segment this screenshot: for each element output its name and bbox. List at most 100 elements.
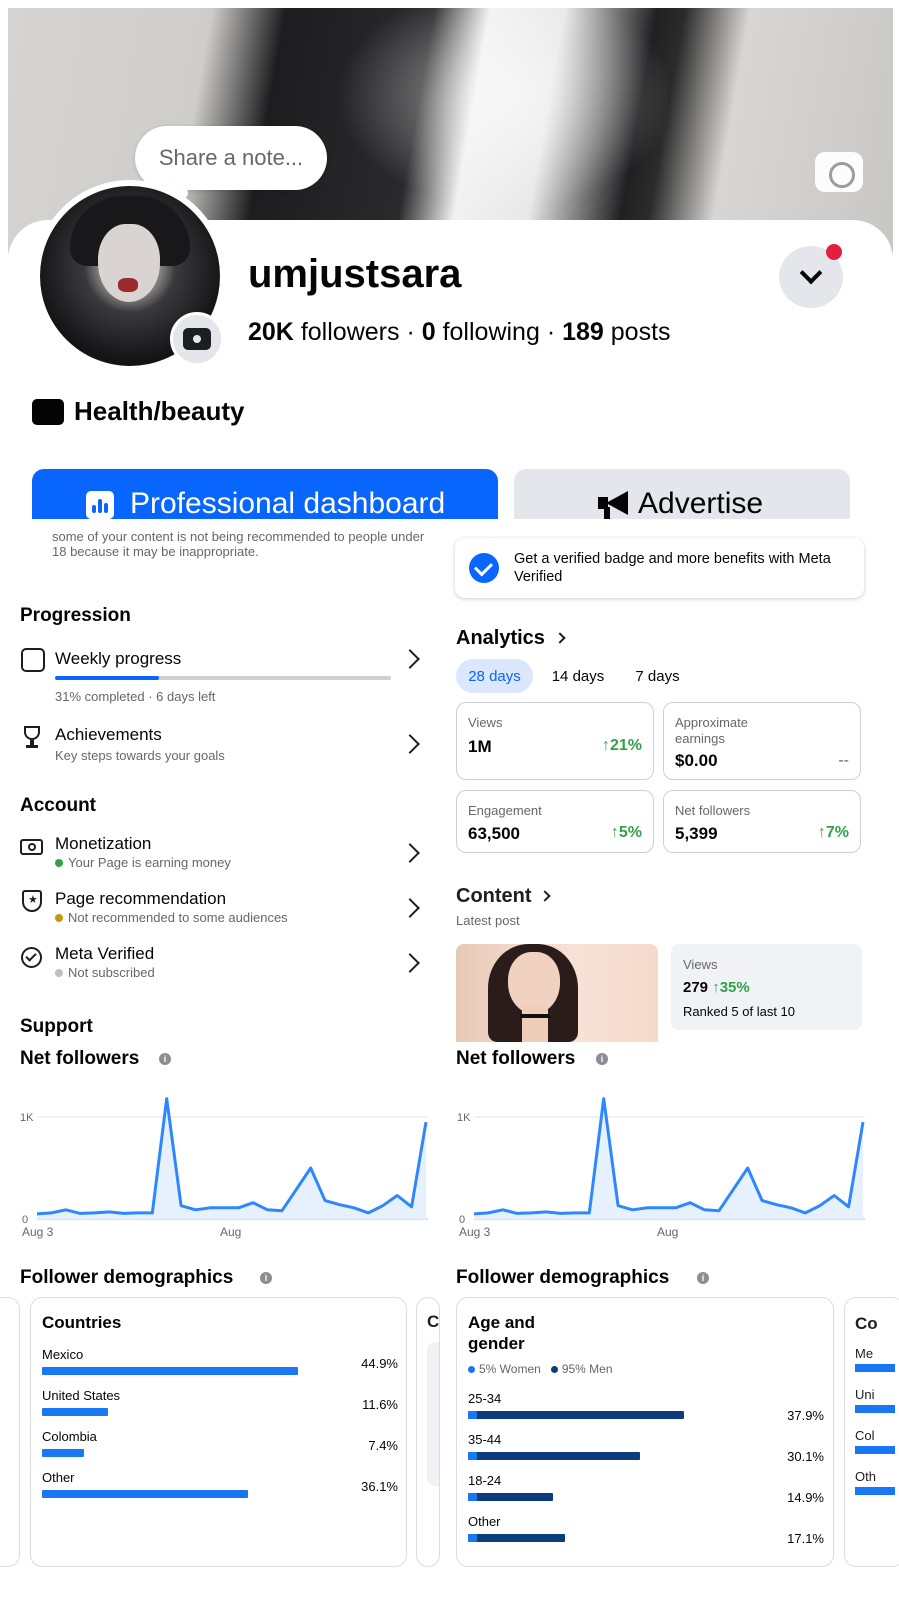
category-icon xyxy=(32,398,64,425)
follower-demographics-title: Follower demographics xyxy=(456,1267,670,1288)
peek-row-label: Col xyxy=(855,1428,875,1443)
status-dot xyxy=(55,913,63,922)
gender-legend: 5% Women 95% Men xyxy=(468,1362,613,1376)
bar-women xyxy=(468,1534,477,1542)
x-tick-label: Aug 3 xyxy=(459,1225,491,1239)
bar-men xyxy=(468,1534,565,1542)
views-change: ↑21% xyxy=(601,737,642,754)
age-gender-card[interactable]: Age and gender 5% Women 95% Men 25-34 37.… xyxy=(456,1297,834,1567)
weekly-progress-bar xyxy=(55,676,391,680)
info-icon[interactable]: i xyxy=(159,1053,171,1065)
chevron-right-icon[interactable] xyxy=(400,649,420,669)
page-recommendation-title[interactable]: Page recommendation xyxy=(55,889,226,909)
post-views-label: Views xyxy=(683,957,718,972)
post-views-change: ↑35% xyxy=(712,979,750,996)
latest-post-stats[interactable]: Views 279 ↑35% Ranked 5 of last 10 xyxy=(671,944,862,1030)
women-legend-dot xyxy=(468,1365,475,1373)
bar-label: 35-44 xyxy=(468,1432,502,1447)
followers-label[interactable]: followers xyxy=(301,318,400,346)
chevron-right-icon[interactable] xyxy=(554,632,566,644)
note-placeholder: Share a note... xyxy=(158,145,304,170)
page-recommendation-status: Not recommended to some audiences xyxy=(55,910,288,925)
latest-post-thumbnail[interactable] xyxy=(456,944,658,1042)
info-icon[interactable]: i xyxy=(260,1272,272,1284)
countries-card[interactable]: Countries Mexico 44.9% United States 11.6% C… xyxy=(30,1297,407,1567)
advertise-button[interactable]: Advertise xyxy=(514,469,850,519)
age-gender-card-title: Age and gender xyxy=(468,1313,536,1353)
engagement-value: 63,500 xyxy=(468,824,520,843)
net-followers-chart-left: 1K0Aug 3 Aug xyxy=(20,1097,428,1239)
professional-dashboard-label: Professional dashboard xyxy=(130,487,446,519)
x-tick-label: Aug xyxy=(220,1225,241,1239)
status-dot xyxy=(55,858,63,867)
weekly-progress-subtitle: 31% completed · 6 days left xyxy=(55,689,216,704)
earnings-change: -- xyxy=(838,752,849,769)
net-followers-value: 5,399 xyxy=(675,824,718,843)
views-metric-card[interactable]: Views 1M ↑21% xyxy=(456,702,654,780)
men-legend-label: 95% Men xyxy=(561,1362,613,1376)
x-tick-label: Aug xyxy=(657,1225,678,1239)
meta-verified-status: Not subscribed xyxy=(55,965,155,980)
next-demographics-card[interactable]: C xyxy=(416,1297,440,1567)
engagement-label: Engagement xyxy=(468,803,542,818)
status-dot xyxy=(55,968,63,977)
monetization-title[interactable]: Monetization xyxy=(55,834,151,854)
latest-post-label: Latest post xyxy=(456,913,520,928)
monetization-status-text: Your Page is earning money xyxy=(68,855,231,870)
engagement-metric-card[interactable]: Engagement 63,500 ↑5% xyxy=(456,790,654,853)
bar-label: Mexico xyxy=(42,1347,84,1362)
net-followers-metric-card[interactable]: Net followers 5,399 ↑7% xyxy=(663,790,861,853)
range-14-days-tab[interactable]: 14 days xyxy=(543,659,613,693)
bar-percentage: 17.1% xyxy=(787,1531,824,1546)
bar-label: 25-34 xyxy=(468,1391,502,1406)
countries-card-title: Countries xyxy=(42,1313,122,1332)
chevron-right-icon[interactable] xyxy=(400,953,420,973)
following-label[interactable]: following xyxy=(443,318,540,346)
following-count[interactable]: 0 xyxy=(422,318,436,346)
posts-count[interactable]: 189 xyxy=(562,318,604,346)
share-note-bubble[interactable]: Share a note... xyxy=(135,126,327,190)
edit-avatar-camera-icon[interactable] xyxy=(170,312,224,366)
bar xyxy=(42,1367,298,1375)
meta-verified-promo-text: Get a verified badge and more benefits w… xyxy=(514,551,831,585)
chevron-right-icon[interactable] xyxy=(539,890,551,902)
achievements-title[interactable]: Achievements xyxy=(55,725,162,745)
bar-men xyxy=(468,1452,640,1460)
chevron-right-icon[interactable] xyxy=(400,843,420,863)
bar-women xyxy=(468,1411,477,1419)
net-followers-change: ↑7% xyxy=(817,824,849,841)
range-28-days-tab[interactable]: 28 days xyxy=(456,659,533,693)
analytics-title[interactable]: Analytics xyxy=(456,627,545,650)
meta-verified-title[interactable]: Meta Verified xyxy=(55,944,154,964)
edit-cover-camera-icon[interactable] xyxy=(815,152,863,192)
chevron-right-icon[interactable] xyxy=(400,734,420,754)
earnings-label: Approximate earnings xyxy=(675,715,748,746)
monetization-status: Your Page is earning money xyxy=(55,855,231,870)
page-recommendation-status-text: Not recommended to some audiences xyxy=(68,910,288,925)
username: umjustsara xyxy=(248,252,462,296)
bar-percentage: 30.1% xyxy=(787,1449,824,1464)
stats-separator: · xyxy=(406,318,415,346)
chevron-right-icon[interactable] xyxy=(400,898,420,918)
weekly-progress-icon xyxy=(21,648,45,672)
followers-count[interactable]: 20K xyxy=(248,318,294,346)
chevron-down-icon xyxy=(799,261,823,285)
meta-verified-promo-card[interactable]: Get a verified badge and more benefits w… xyxy=(455,538,864,598)
info-icon[interactable]: i xyxy=(697,1272,709,1284)
next-card-title-fragment: C xyxy=(427,1312,440,1331)
post-rank: Ranked 5 of last 10 xyxy=(683,1004,796,1019)
next-countries-card[interactable]: Co Me Uni Col Oth xyxy=(844,1297,899,1567)
series-line xyxy=(36,1097,428,1216)
men-legend-dot xyxy=(550,1365,558,1373)
professional-dashboard-button[interactable]: Professional dashboard xyxy=(32,469,498,519)
support-title: Support xyxy=(20,1016,93,1037)
earnings-metric-card[interactable]: Approximate earnings $0.00 -- xyxy=(663,702,861,780)
views-label: Views xyxy=(468,715,503,730)
info-icon[interactable]: i xyxy=(596,1053,608,1065)
previous-demographics-card[interactable] xyxy=(0,1297,20,1567)
y-tick-label: 1K xyxy=(20,1112,34,1124)
posts-label[interactable]: posts xyxy=(611,318,671,346)
weekly-progress-title[interactable]: Weekly progress xyxy=(55,649,181,669)
range-7-days-tab[interactable]: 7 days xyxy=(625,659,690,693)
content-title[interactable]: Content xyxy=(456,885,532,908)
